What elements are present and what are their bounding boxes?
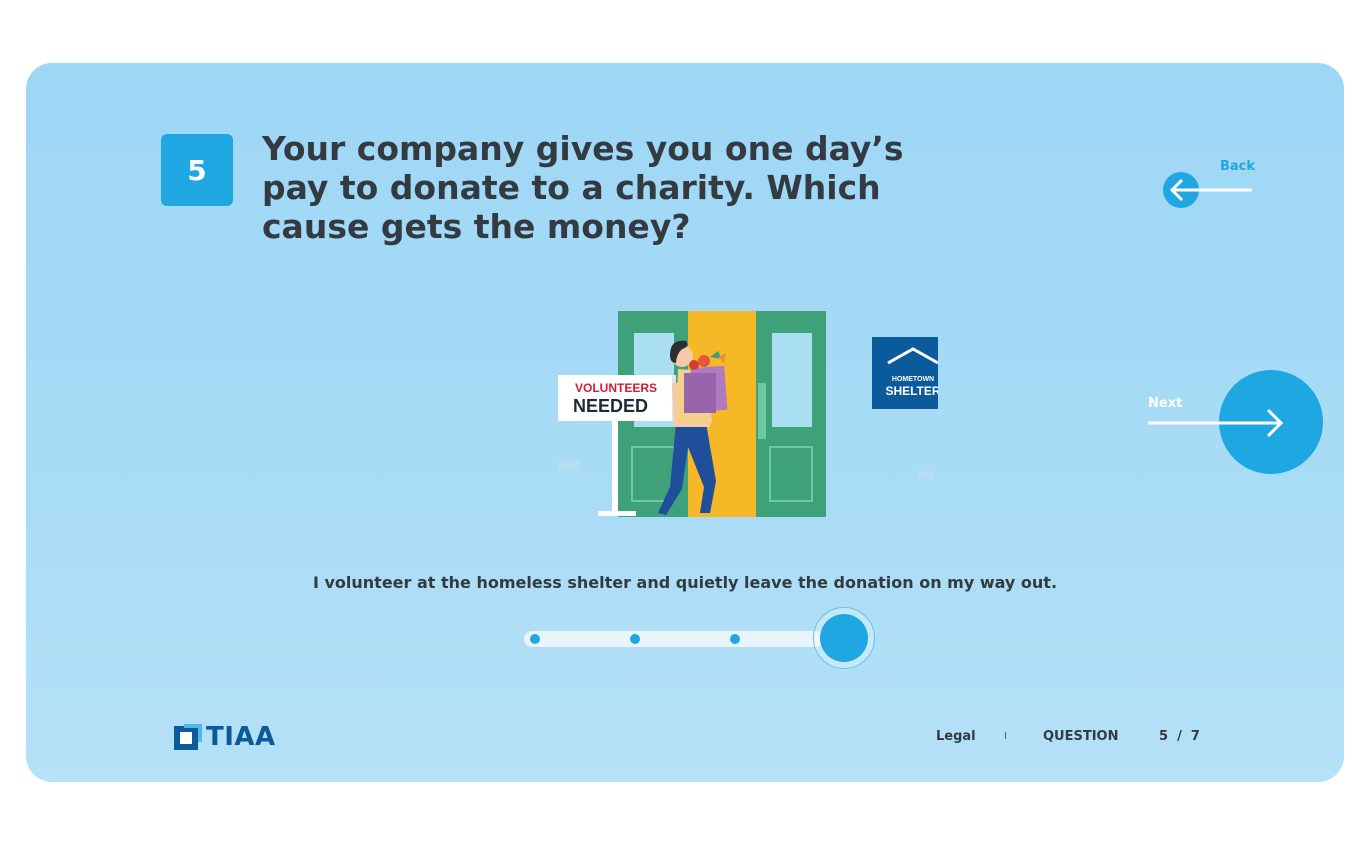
- tiaa-logo: TIAA: [172, 721, 276, 753]
- shelter-line1: HOMETOWN: [892, 376, 934, 383]
- answer-text: I volunteer at the homeless shelter and …: [312, 573, 1058, 592]
- sign-line2: NEEDED: [573, 396, 648, 416]
- answer-slider[interactable]: [522, 603, 882, 673]
- back-arrow-icon: [1163, 172, 1252, 208]
- question-text: Your company gives you one day’s pay to …: [262, 129, 904, 246]
- logo-text: TIAA: [206, 722, 276, 752]
- slider-step-1[interactable]: [530, 634, 540, 644]
- question-label: QUESTION: [1043, 729, 1119, 744]
- question-number-badge: 5: [161, 134, 233, 206]
- next-button[interactable]: Next: [1146, 370, 1326, 476]
- next-label: Next: [1148, 396, 1183, 411]
- back-button[interactable]: Back: [1162, 159, 1262, 209]
- next-arrow-icon: [1148, 370, 1323, 474]
- tiaa-logo-icon: [174, 724, 202, 750]
- slider-thumb[interactable]: [820, 614, 868, 662]
- slider-step-3[interactable]: [730, 634, 740, 644]
- question-progress: 5 / 7: [1159, 729, 1200, 744]
- legal-link[interactable]: Legal: [936, 729, 976, 744]
- footer-divider: I: [1004, 731, 1007, 742]
- question-number: 5: [187, 153, 207, 187]
- quiz-card: 5 Your company gives you one day’s pay t…: [26, 63, 1344, 782]
- shelter-line2: SHELTER: [885, 384, 938, 398]
- slider-step-2[interactable]: [630, 634, 640, 644]
- slider-track[interactable]: [524, 631, 824, 647]
- sign-line1: VOLUNTEERS: [575, 381, 657, 395]
- volunteer-illustration: VOLUNTEERS NEEDED HOMETOWN SHELTER: [558, 311, 938, 517]
